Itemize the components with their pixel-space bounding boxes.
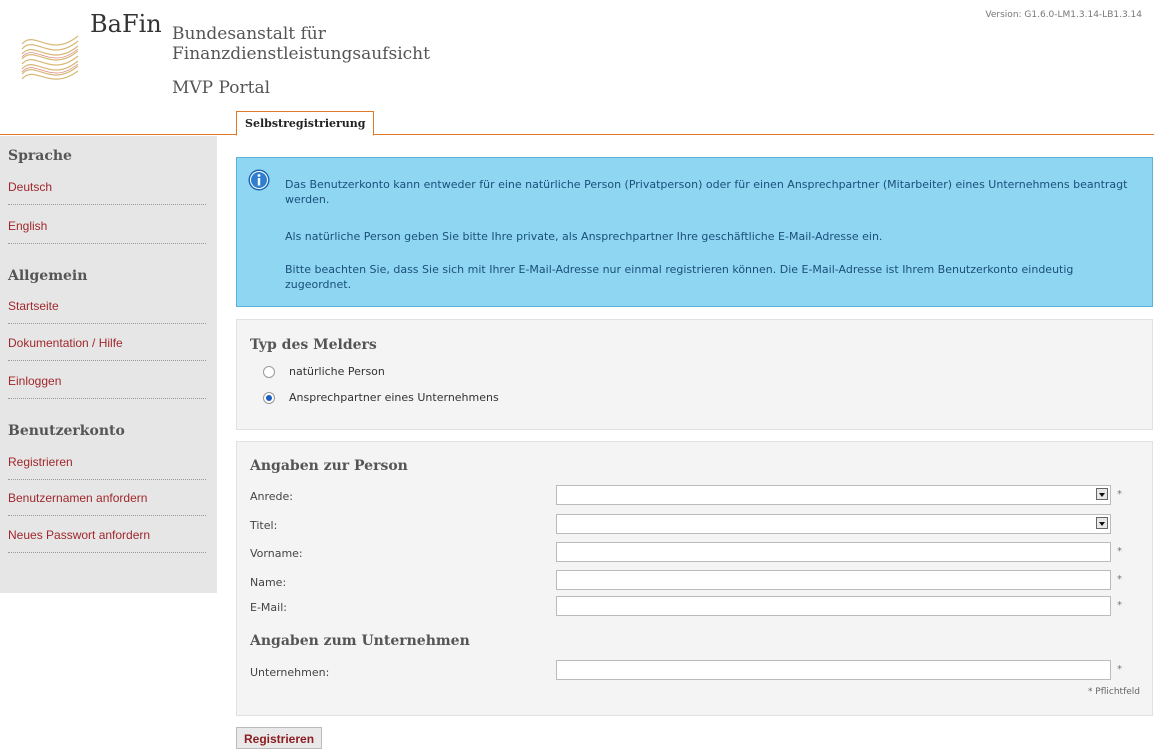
sidebar-section-sprache: Sprache	[8, 148, 72, 164]
radio-ansprechpartner[interactable]: Ansprechpartner eines Unternehmens	[263, 391, 499, 404]
sidebar-item-english[interactable]: English	[8, 219, 206, 244]
sidebar: Sprache Deutsch English Allgemein Starts…	[0, 136, 217, 593]
sidebar-item-registrieren[interactable]: Registrieren	[8, 455, 206, 480]
titel-label: Titel:	[250, 519, 278, 532]
tab-selbstregistrierung[interactable]: Selbstregistrierung	[236, 111, 375, 136]
org-name-line1: Bundesanstalt für	[172, 24, 326, 44]
version-label: Version: G1.6.0-LM1.3.14-LB1.3.14	[985, 10, 1142, 20]
sidebar-item-benutzernamen-anfordern[interactable]: Benutzernamen anfordern	[8, 491, 206, 516]
unternehmen-input[interactable]	[556, 660, 1111, 680]
titel-select[interactable]	[556, 514, 1111, 534]
melder-panel: Typ des Melders natürliche Person Anspre…	[236, 319, 1153, 430]
email-label: E-Mail:	[250, 601, 287, 614]
melder-title: Typ des Melders	[250, 337, 377, 353]
radio-label: natürliche Person	[289, 365, 385, 378]
info-text-2: Als natürliche Person geben Sie bitte Ih…	[285, 230, 883, 243]
registrieren-button[interactable]: Registrieren	[236, 727, 323, 749]
form-panel: Angaben zur Person Anrede: * Titel: Vorn…	[236, 441, 1153, 716]
radio-button[interactable]	[263, 365, 275, 378]
anrede-select[interactable]	[556, 485, 1111, 505]
org-name-line2: Finanzdienstleistungsaufsicht	[172, 44, 430, 64]
sidebar-item-deutsch[interactable]: Deutsch	[8, 180, 206, 205]
sidebar-item-passwort-anfordern[interactable]: Neues Passwort anfordern	[8, 528, 206, 553]
chevron-down-icon[interactable]	[1096, 517, 1108, 529]
unternehmen-label: Unternehmen:	[250, 666, 330, 679]
chevron-down-icon[interactable]	[1096, 488, 1108, 500]
info-icon	[248, 169, 270, 191]
required-marker: *	[1117, 489, 1122, 500]
portal-name: MVP Portal	[172, 78, 271, 98]
radio-label: Ansprechpartner eines Unternehmens	[289, 391, 499, 404]
name-label: Name:	[250, 576, 287, 589]
vorname-label: Vorname:	[250, 547, 303, 560]
sidebar-section-benutzerkonto: Benutzerkonto	[8, 423, 125, 439]
bafin-logo-icon	[21, 35, 79, 80]
sidebar-item-einloggen[interactable]: Einloggen	[8, 374, 206, 399]
company-section-title: Angaben zum Unternehmen	[250, 633, 470, 649]
tab-divider	[0, 134, 1154, 135]
info-text-1: Das Benutzerkonto kann entweder für eine…	[285, 178, 1128, 206]
radio-button-checked[interactable]	[263, 391, 275, 404]
info-text-3: Bitte beachten Sie, dass Sie sich mit Ih…	[285, 263, 1074, 291]
info-box: Das Benutzerkonto kann entweder für eine…	[236, 157, 1153, 307]
anrede-label: Anrede:	[250, 490, 294, 503]
vorname-input[interactable]	[556, 542, 1111, 562]
required-marker: *	[1117, 664, 1122, 675]
brand-name: BaFin	[90, 10, 162, 38]
sidebar-item-startseite[interactable]: Startseite	[8, 299, 206, 324]
pflichtfeld-note: * Pflichtfeld	[1087, 687, 1140, 697]
email-input[interactable]	[556, 596, 1111, 616]
required-marker: *	[1117, 546, 1122, 557]
sidebar-item-dokumentation[interactable]: Dokumentation / Hilfe	[8, 336, 206, 361]
radio-natuerliche-person[interactable]: natürliche Person	[263, 365, 385, 378]
person-section-title: Angaben zur Person	[250, 458, 408, 474]
sidebar-section-allgemein: Allgemein	[8, 268, 88, 284]
required-marker: *	[1117, 574, 1122, 585]
name-input[interactable]	[556, 570, 1111, 590]
required-marker: *	[1117, 600, 1122, 611]
